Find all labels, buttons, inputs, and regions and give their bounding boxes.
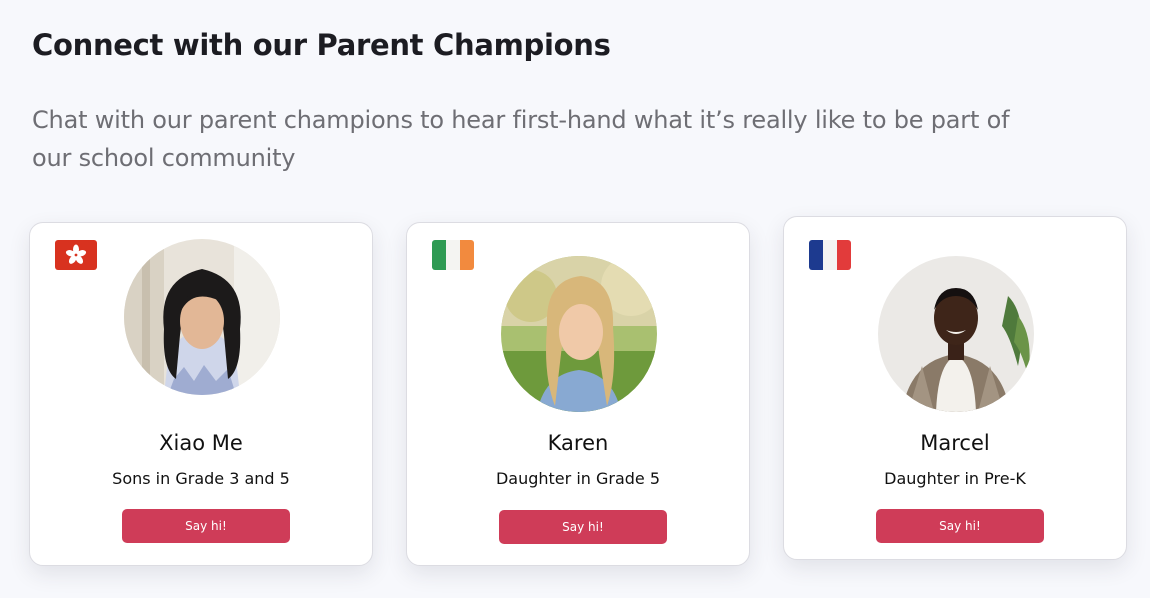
champion-name: Karen [547, 431, 609, 455]
avatar [124, 239, 280, 395]
champion-name: Xiao Me [159, 431, 243, 455]
champion-card: Xiao Me Sons in Grade 3 and 5 Say hi! [29, 222, 373, 566]
section-title: Connect with our Parent Champions [32, 28, 611, 62]
champion-card: Karen Daughter in Grade 5 Say hi! [406, 222, 750, 566]
avatar [501, 256, 657, 412]
say-hi-button[interactable]: Say hi! [876, 509, 1044, 543]
section-subtitle: Chat with our parent champions to hear f… [32, 106, 1010, 172]
france-flag-icon [809, 240, 851, 270]
ireland-flag-icon [432, 240, 474, 270]
champion-description: Daughter in Grade 5 [495, 469, 661, 488]
champion-description: Sons in Grade 3 and 5 [112, 469, 290, 488]
say-hi-button[interactable]: Say hi! [122, 509, 290, 543]
avatar [878, 256, 1034, 412]
hong-kong-flag-icon [55, 240, 97, 270]
say-hi-button[interactable]: Say hi! [499, 510, 667, 544]
champion-card: Marcel Daughter in Pre-K Say hi! [783, 216, 1127, 560]
champion-description: Daughter in Pre-K [884, 469, 1026, 488]
champion-name: Marcel [920, 431, 990, 455]
